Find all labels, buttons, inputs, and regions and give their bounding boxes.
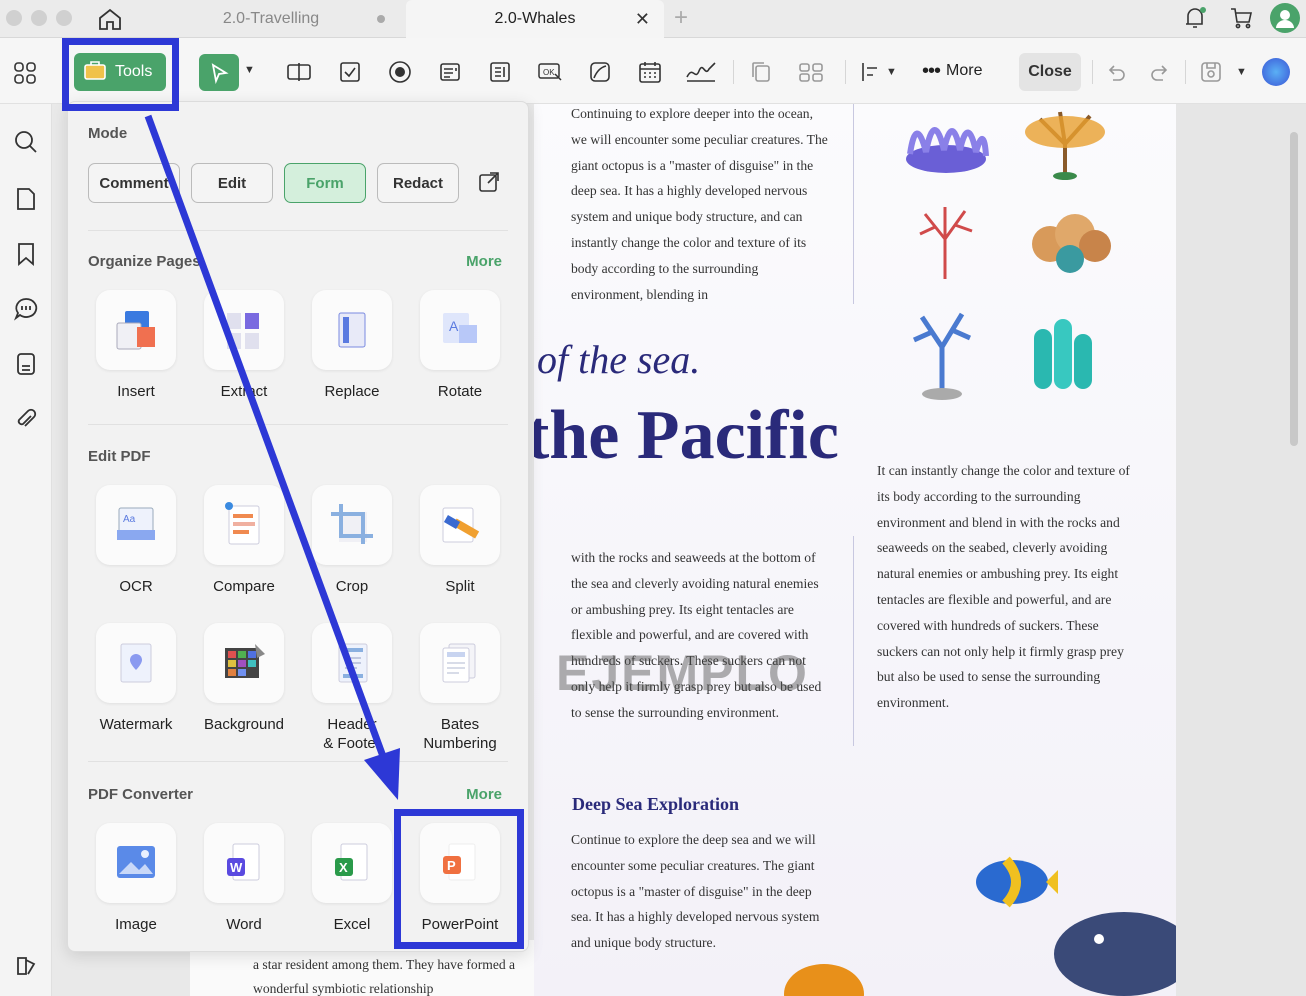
tutorial-arrow [144, 114, 400, 800]
